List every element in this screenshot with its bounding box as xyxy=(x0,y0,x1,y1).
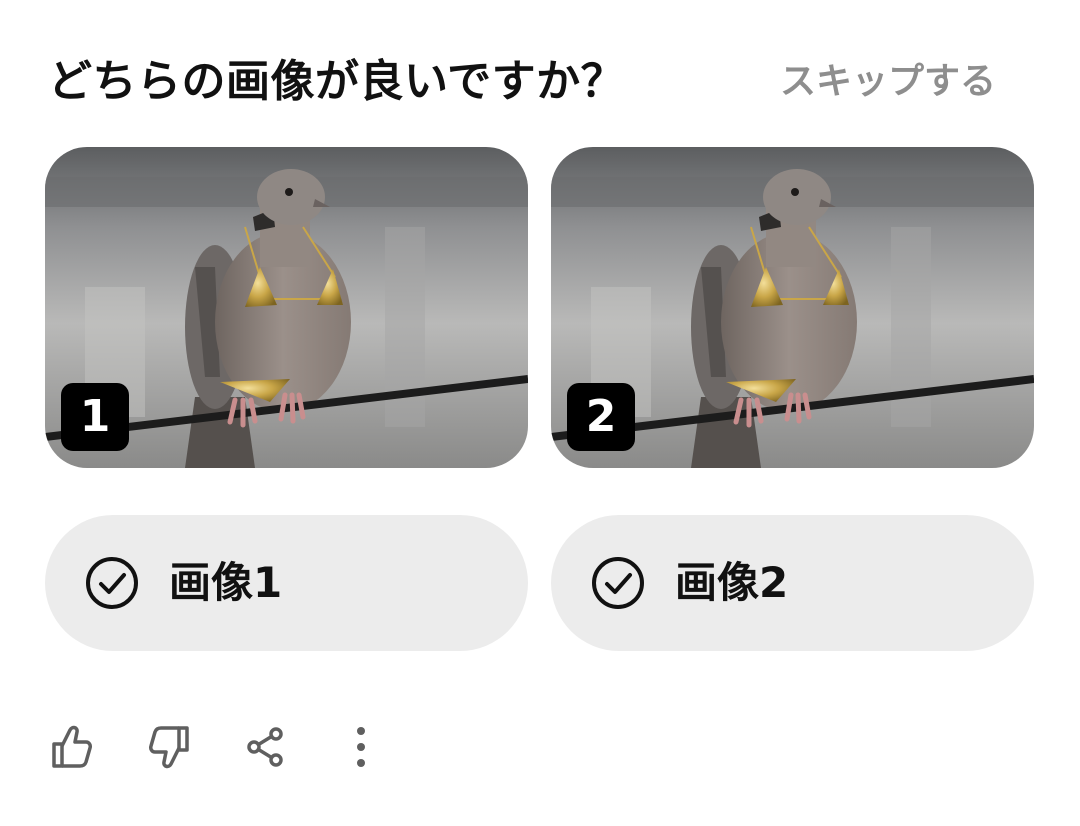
choice-label-2: 画像2 xyxy=(675,558,789,607)
more-vert-icon xyxy=(357,727,365,767)
image-number-badge-1: 1 xyxy=(61,383,129,451)
image-number-badge-2: 2 xyxy=(567,383,635,451)
question-title: どちらの画像が良いですか？ xyxy=(48,56,626,107)
choose-image-1-button[interactable]: 画像1 xyxy=(45,515,528,651)
thumbs-up-button[interactable] xyxy=(48,722,96,772)
choice-label-1: 画像1 xyxy=(169,558,283,607)
more-options-button[interactable] xyxy=(337,722,385,772)
choose-image-2-button[interactable]: 画像2 xyxy=(551,515,1034,651)
check-circle-icon xyxy=(86,557,138,609)
check-circle-icon xyxy=(592,557,644,609)
skip-button[interactable]: スキップする xyxy=(780,52,996,112)
thumbs-down-icon xyxy=(149,726,189,769)
thumbs-up-icon xyxy=(52,725,92,768)
header: どちらの画像が良いですか？ スキップする xyxy=(48,52,1032,112)
image-option-2[interactable]: 2 xyxy=(551,147,1034,468)
feedback-actions xyxy=(48,722,408,772)
share-button[interactable] xyxy=(241,722,289,772)
share-icon xyxy=(247,727,283,767)
thumbs-down-button[interactable] xyxy=(145,722,193,772)
image-option-1[interactable]: 1 xyxy=(45,147,528,468)
